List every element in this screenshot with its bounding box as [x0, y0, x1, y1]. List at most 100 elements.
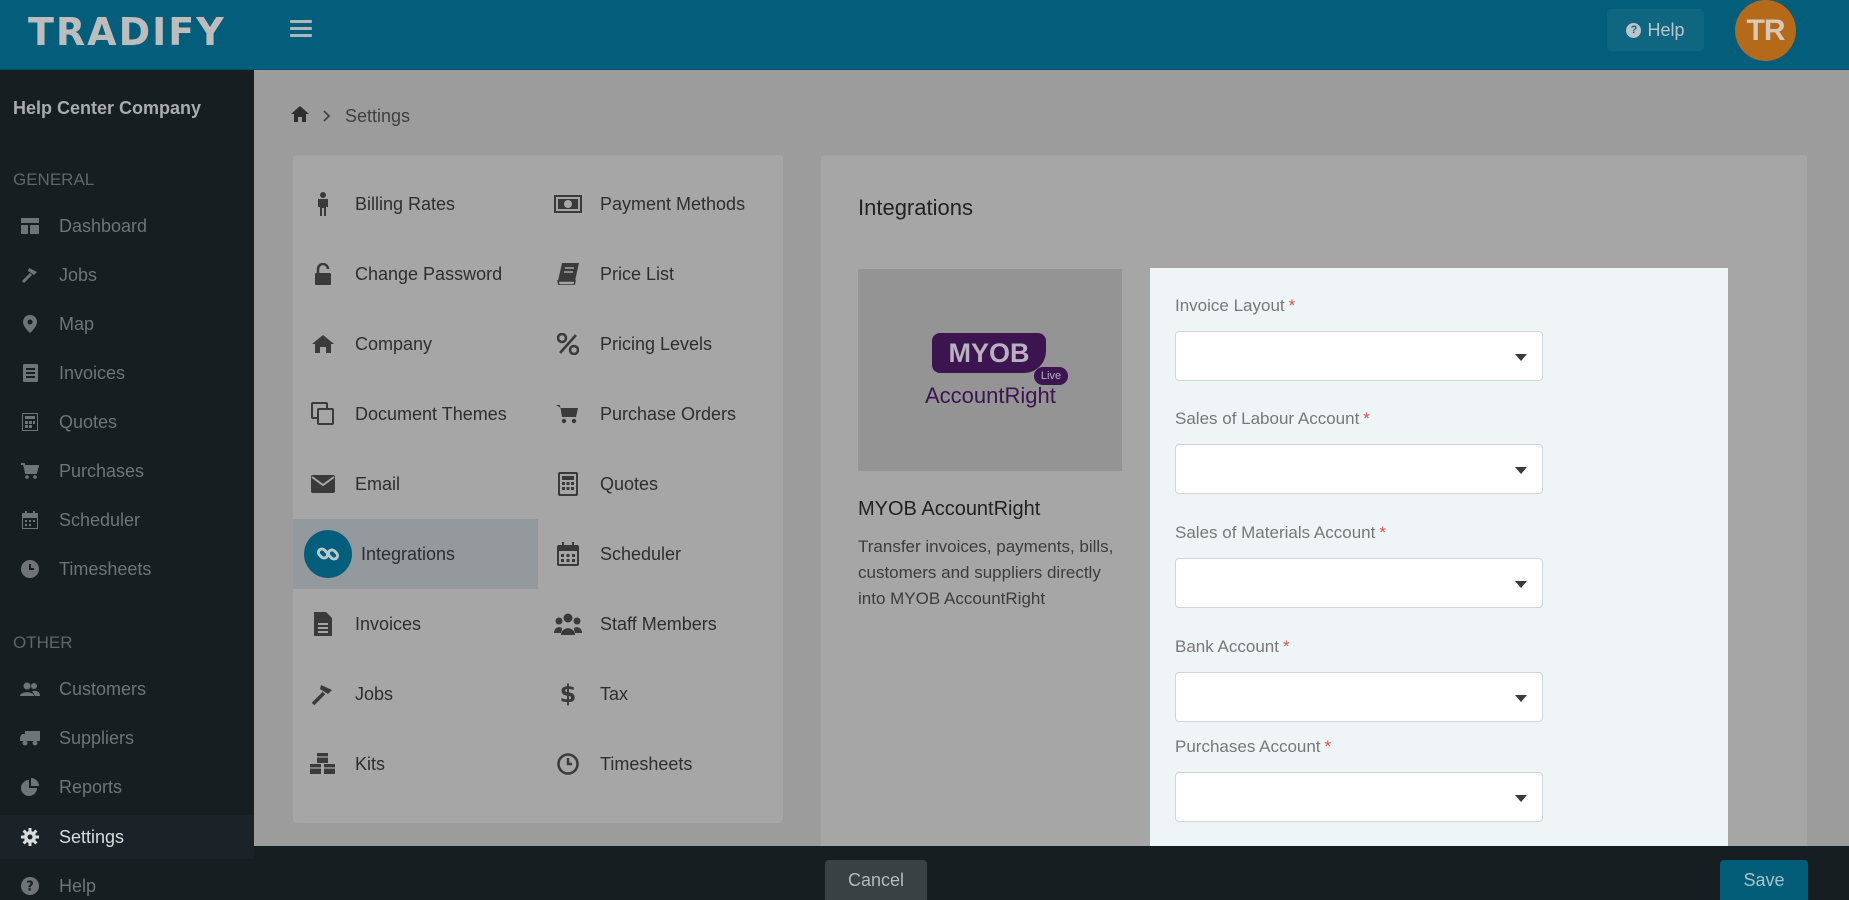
chevron-right-icon: [323, 106, 331, 127]
sidebar-item-label: Settings: [59, 826, 125, 847]
settings-item-label: Email: [355, 473, 401, 494]
sidebar-item-scheduler[interactable]: Scheduler: [0, 498, 254, 542]
sales-materials-account-select[interactable]: [1175, 558, 1543, 608]
user-avatar[interactable]: TR: [1735, 0, 1796, 61]
settings-item-integrations[interactable]: Integrations: [293, 519, 538, 589]
settings-item-label: Change Password: [355, 263, 503, 284]
help-circle-icon: ?: [1626, 22, 1642, 38]
sidebar-item-label: Map: [59, 313, 95, 334]
sidebar-item-label: Purchases: [59, 460, 145, 481]
settings-item-label: Kits: [355, 753, 386, 774]
sidebar: Help Center Company GENERAL Dashboard Jo…: [0, 70, 254, 900]
link-icon: [304, 530, 352, 578]
settings-item-company[interactable]: Company: [293, 309, 538, 379]
sidebar-item-jobs[interactable]: Jobs: [0, 253, 254, 297]
settings-item-jobs[interactable]: Jobs: [293, 659, 538, 729]
sidebar-item-label: Suppliers: [59, 727, 135, 748]
settings-item-document-themes[interactable]: Document Themes: [293, 379, 538, 449]
settings-item-label: Payment Methods: [600, 193, 746, 214]
envelope-icon: [305, 466, 341, 502]
settings-item-label: Jobs: [355, 683, 394, 704]
settings-item-label: Tax: [600, 683, 629, 704]
settings-item-label: Staff Members: [600, 613, 717, 634]
pie-chart-icon: [20, 778, 40, 796]
users-icon: [20, 682, 40, 696]
map-pin-icon: [20, 315, 40, 333]
invoice-icon: [20, 364, 40, 382]
bank-account-label: Bank Account *: [1175, 637, 1290, 656]
sidebar-item-invoices[interactable]: Invoices: [0, 351, 254, 395]
settings-item-label: Invoices: [355, 613, 422, 634]
settings-item-label: Timesheets: [600, 753, 693, 774]
settings-item-payment-methods[interactable]: Payment Methods: [538, 169, 783, 239]
sidebar-item-help[interactable]: ? Help: [0, 864, 254, 900]
settings-item-quotes[interactable]: Quotes: [538, 449, 783, 519]
company-name: Help Center Company: [13, 98, 202, 118]
sidebar-item-label: Reports: [59, 776, 123, 797]
purchases-account-select[interactable]: [1175, 772, 1543, 822]
tradify-logo[interactable]: TRADIFY: [28, 10, 226, 54]
settings-item-label: Company: [355, 333, 433, 354]
clock-icon: [20, 560, 40, 578]
action-bar: [254, 846, 1849, 900]
settings-item-kits[interactable]: Kits: [293, 729, 538, 799]
settings-item-invoices[interactable]: Invoices: [293, 589, 538, 659]
settings-item-billing-rates[interactable]: Billing Rates: [293, 169, 538, 239]
gear-icon: [20, 828, 40, 846]
settings-item-label: Billing Rates: [355, 193, 456, 214]
integration-description: Transfer invoices, payments, bills, cust…: [858, 537, 1114, 608]
settings-item-label: Pricing Levels: [600, 333, 713, 354]
sidebar-item-settings[interactable]: Settings: [0, 815, 254, 859]
section-label-other: OTHER: [13, 633, 73, 652]
settings-item-change-password[interactable]: Change Password: [293, 239, 538, 309]
sidebar-item-dashboard[interactable]: Dashboard: [0, 204, 254, 248]
sidebar-item-suppliers[interactable]: Suppliers: [0, 716, 254, 760]
unlock-icon: [305, 256, 341, 292]
settings-item-staff-members[interactable]: Staff Members: [538, 589, 783, 659]
truck-icon: [20, 730, 40, 746]
money-icon: [550, 186, 586, 222]
book-icon: [550, 256, 586, 292]
home-icon[interactable]: [291, 106, 309, 127]
sidebar-item-label: Quotes: [59, 411, 118, 432]
settings-item-label: Integrations: [361, 543, 456, 564]
sidebar-item-purchases[interactable]: Purchases: [0, 449, 254, 493]
chevron-down-icon: [1515, 467, 1527, 474]
myob-logo-product: AccountRight: [925, 383, 1056, 408]
invoice-layout-select[interactable]: [1175, 331, 1543, 381]
sales-labour-account-select[interactable]: [1175, 444, 1543, 494]
sidebar-item-map[interactable]: Map: [0, 302, 254, 346]
settings-item-label: Scheduler: [600, 543, 682, 564]
sidebar-item-customers[interactable]: Customers: [0, 667, 254, 711]
file-text-icon: [305, 606, 341, 642]
help-button-label: Help: [1647, 19, 1685, 40]
sidebar-item-label: Customers: [59, 678, 147, 699]
cubes-icon: [305, 746, 341, 782]
settings-item-timesheets[interactable]: Timesheets: [538, 729, 783, 799]
integrations-title: Integrations: [858, 195, 973, 220]
settings-item-label: Price List: [600, 263, 675, 284]
purchases-account-label: Purchases Account *: [1175, 737, 1332, 756]
dashboard-icon: [20, 218, 40, 234]
settings-item-pricing-levels[interactable]: Pricing Levels: [538, 309, 783, 379]
bank-account-select[interactable]: [1175, 672, 1543, 722]
sidebar-item-quotes[interactable]: Quotes: [0, 400, 254, 444]
calculator-icon: [20, 413, 40, 431]
save-button[interactable]: Save: [1720, 860, 1808, 900]
myob-logo-mark: MYOB: [932, 333, 1046, 373]
menu-toggle-icon[interactable]: [290, 20, 312, 38]
hammer-icon: [20, 266, 40, 284]
settings-item-scheduler[interactable]: Scheduler: [538, 519, 783, 589]
sidebar-item-reports[interactable]: Reports: [0, 765, 254, 809]
help-button[interactable]: ? Help: [1607, 9, 1704, 51]
svg-text:$: $: [560, 681, 576, 707]
sidebar-item-timesheets[interactable]: Timesheets: [0, 547, 254, 591]
settings-item-purchase-orders[interactable]: Purchase Orders: [538, 379, 783, 449]
sidebar-item-label: Jobs: [59, 264, 98, 285]
person-icon: [305, 186, 341, 222]
cancel-button[interactable]: Cancel: [825, 860, 927, 900]
settings-item-price-list[interactable]: Price List: [538, 239, 783, 309]
chevron-down-icon: [1515, 581, 1527, 588]
settings-item-email[interactable]: Email: [293, 449, 538, 519]
settings-item-tax[interactable]: $ Tax: [538, 659, 783, 729]
